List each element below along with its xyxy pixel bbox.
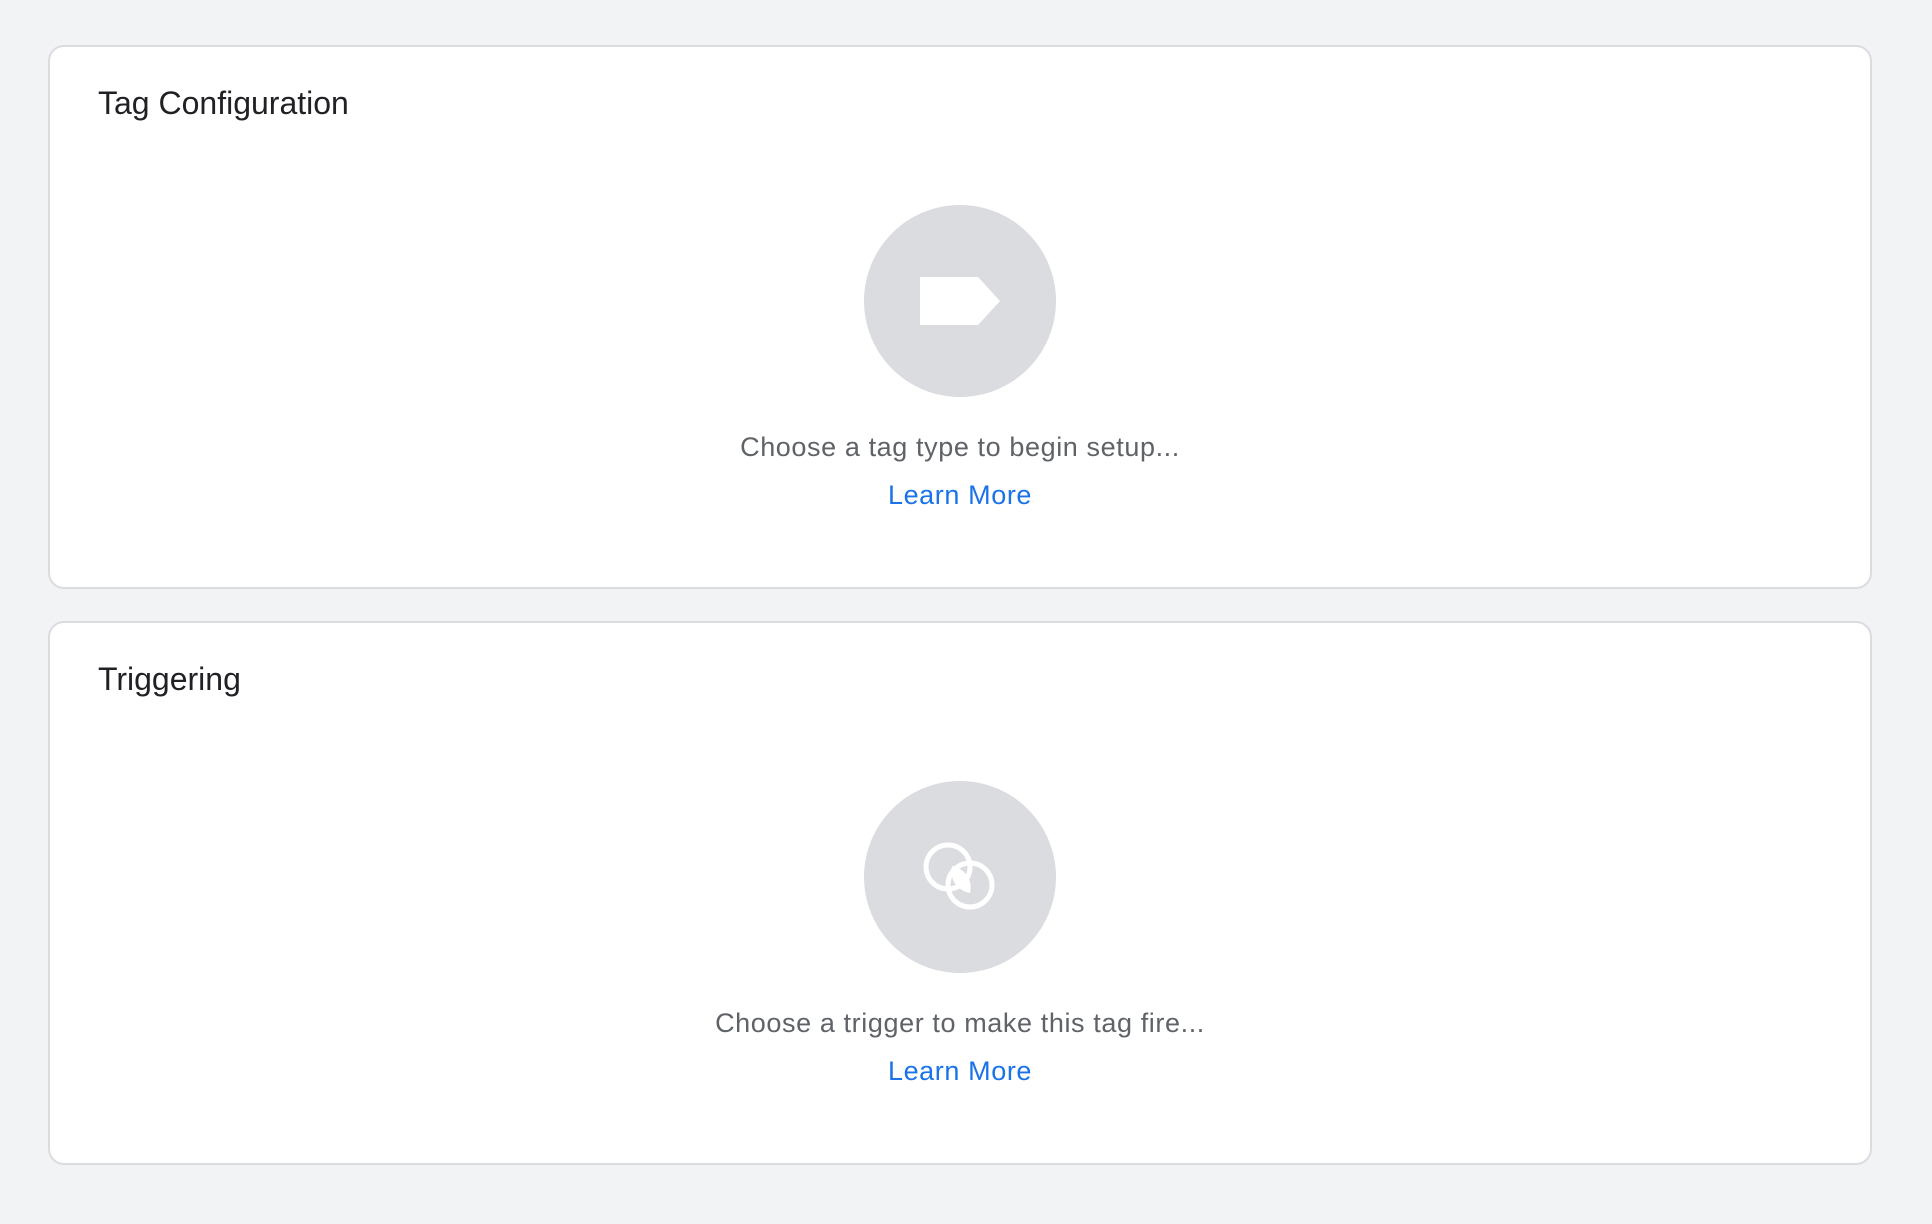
tag-icon [920, 277, 1000, 325]
choose-trigger-button[interactable] [864, 781, 1056, 973]
trigger-icon [923, 842, 995, 910]
tag-type-hint: Choose a tag type to begin setup... [740, 432, 1180, 462]
triggering-learn-more-link[interactable]: Learn More [888, 1053, 1032, 1089]
choose-tag-type-button[interactable] [864, 205, 1056, 397]
tag-configuration-body: Choose a tag type to begin setup... Lear… [50, 205, 1870, 513]
tag-configuration-title: Tag Configuration [98, 85, 349, 121]
triggering-body: Choose a trigger to make this tag fire..… [50, 781, 1870, 1089]
tag-editor-page: Tag Configuration Choose a tag type to b… [0, 0, 1932, 1224]
triggering-card[interactable]: Triggering Choose a trigger to make this… [48, 621, 1872, 1165]
trigger-hint: Choose a trigger to make this tag fire..… [715, 1008, 1205, 1038]
tag-configuration-card[interactable]: Tag Configuration Choose a tag type to b… [48, 45, 1872, 589]
tag-configuration-learn-more-link[interactable]: Learn More [888, 477, 1032, 513]
triggering-title: Triggering [98, 661, 241, 697]
